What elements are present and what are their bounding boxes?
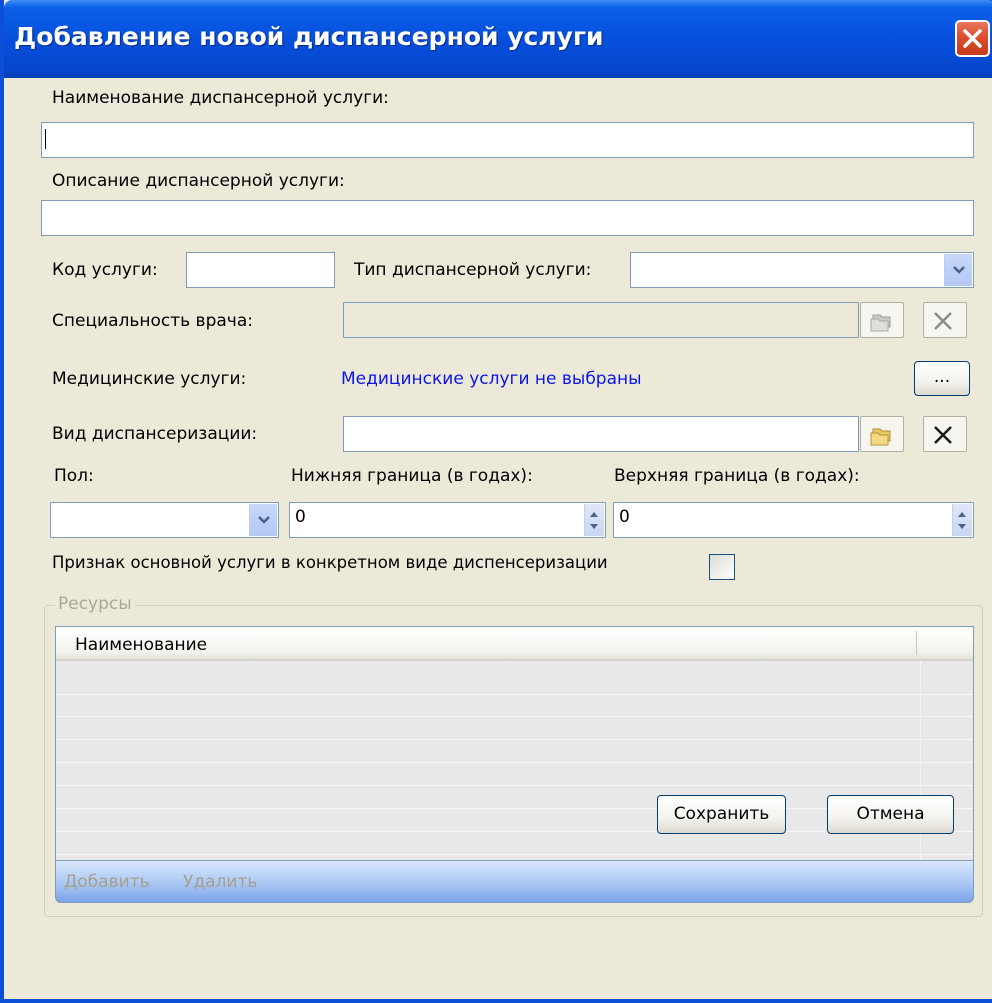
upper-bound-spinner[interactable] <box>952 504 972 536</box>
save-button[interactable]: Сохранить <box>657 795 786 834</box>
dispensary-type-select-button[interactable] <box>860 416 904 452</box>
code-input[interactable] <box>186 252 335 288</box>
lower-bound-label: Нижняя граница (в годах): <box>291 466 533 486</box>
column-header-name[interactable]: Наименование <box>75 635 207 655</box>
lower-bound-input[interactable]: 0 <box>289 502 606 538</box>
chevron-down-icon <box>258 516 270 524</box>
description-input[interactable] <box>41 200 974 236</box>
close-icon <box>934 426 952 444</box>
table-row-line <box>56 762 973 763</box>
table-row-line <box>56 854 973 855</box>
table-row-line <box>56 694 973 695</box>
med-services-link[interactable]: Медицинские услуги не выбраны <box>341 369 642 389</box>
dispensary-type-label: Вид диспансеризации: <box>52 424 258 444</box>
specialty-input[interactable] <box>343 302 859 338</box>
main-service-checkbox[interactable] <box>709 554 735 580</box>
name-label: Наименование диспансерной услуги: <box>52 88 389 108</box>
upper-bound-input[interactable]: 0 <box>613 502 974 538</box>
sex-dropdown-button[interactable] <box>249 504 277 536</box>
table-header: Наименование <box>56 627 973 661</box>
description-label: Описание диспансерной услуги: <box>52 171 345 191</box>
service-type-select[interactable] <box>630 252 974 288</box>
delete-resource-button[interactable]: Удалить <box>183 872 257 892</box>
med-services-browse-button[interactable]: ... <box>914 361 970 396</box>
title-bar[interactable]: Добавление новой диспансерной услуги <box>4 0 992 78</box>
resources-group: Ресурсы Наименование Добавить Удалить <box>44 594 983 917</box>
dialog-window: Добавление новой диспансерной услуги Наи… <box>0 0 992 1003</box>
table-row-line <box>56 785 973 786</box>
table-row-line <box>56 716 973 717</box>
specialty-label: Специальность врача: <box>52 311 253 331</box>
dispensary-type-input[interactable] <box>343 416 859 452</box>
chevron-down-icon <box>953 266 965 274</box>
table-row-line <box>56 739 973 740</box>
resources-toolbar: Добавить Удалить <box>55 861 974 903</box>
med-services-label: Медицинские услуги: <box>52 369 247 389</box>
spinner-arrows-icon <box>590 512 598 529</box>
add-resource-button[interactable]: Добавить <box>64 872 150 892</box>
folders-icon <box>870 428 891 446</box>
column-separator[interactable] <box>916 631 917 655</box>
text-caret <box>45 129 46 149</box>
dispensary-type-clear-button[interactable] <box>923 416 967 452</box>
code-label: Код услуги: <box>52 260 158 280</box>
close-icon <box>963 29 982 48</box>
main-service-label: Признак основной услуги в конкретном вид… <box>52 553 608 572</box>
service-type-dropdown-button[interactable] <box>944 254 972 286</box>
window-title: Добавление новой диспансерной услуги <box>14 22 604 51</box>
service-type-label: Тип диспансерной услуги: <box>354 260 592 280</box>
dialog-body: Наименование диспансерной услуги: Описан… <box>8 78 992 999</box>
sex-label: Пол: <box>54 466 94 486</box>
folders-icon <box>870 314 891 332</box>
sex-select[interactable] <box>50 502 279 538</box>
name-input[interactable] <box>41 122 974 158</box>
specialty-select-button[interactable] <box>860 302 904 338</box>
upper-bound-label: Верхняя граница (в годах): <box>614 466 860 486</box>
cancel-button[interactable]: Отмена <box>827 795 954 834</box>
close-button[interactable] <box>955 20 990 57</box>
specialty-clear-button[interactable] <box>923 302 967 338</box>
resources-group-title: Ресурсы <box>55 594 135 614</box>
spinner-arrows-icon <box>958 512 966 529</box>
close-icon <box>934 312 952 330</box>
lower-bound-spinner[interactable] <box>584 504 604 536</box>
